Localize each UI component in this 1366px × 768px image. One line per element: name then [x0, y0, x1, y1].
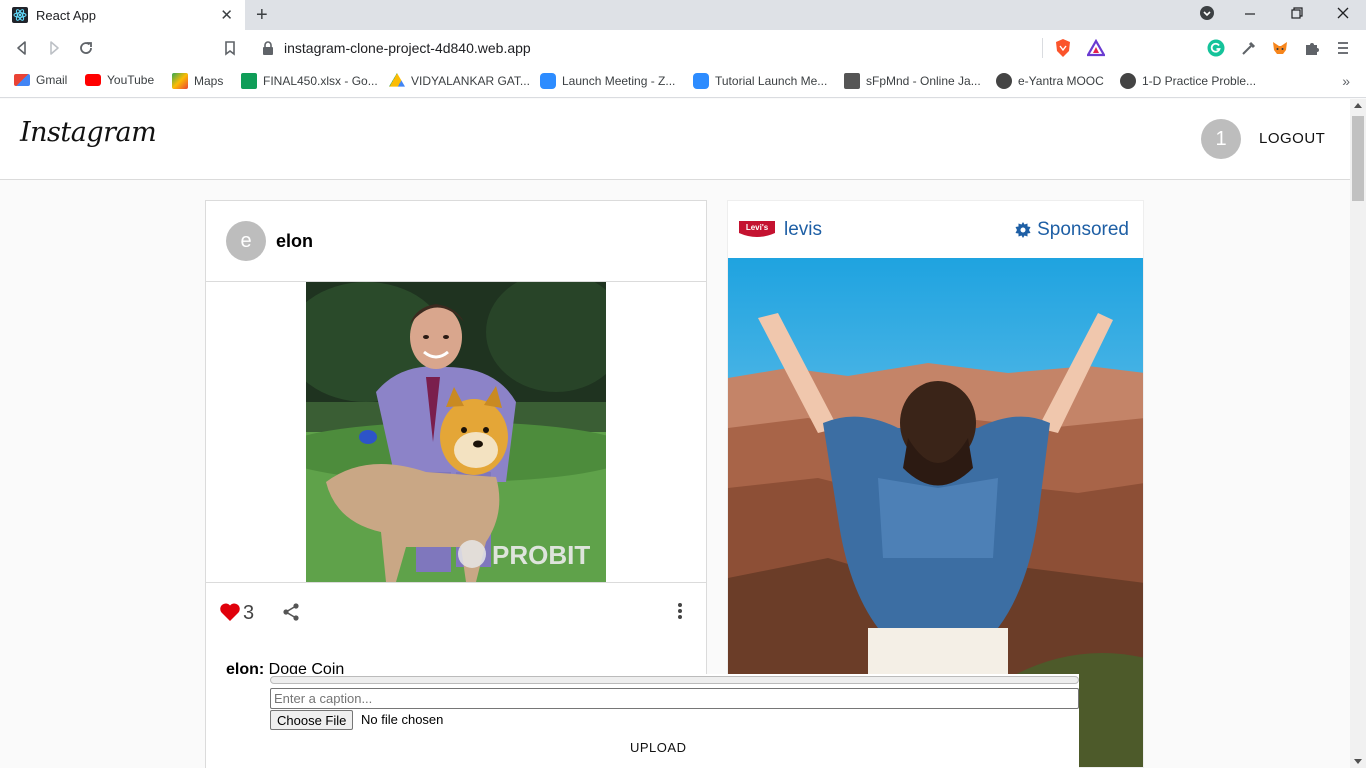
- app-viewport: Instagram 1 LOGOUT e elon PROBIT 3 elon:…: [0, 99, 1350, 768]
- heart-icon[interactable]: [219, 602, 241, 622]
- bookmarks-bar: Gmail YouTube Maps FINAL450.xlsx - Go...…: [0, 66, 1366, 98]
- user-avatar[interactable]: 1: [1201, 119, 1241, 159]
- caption-input[interactable]: [270, 688, 1079, 709]
- brave-shield-icon[interactable]: [1054, 38, 1072, 58]
- forward-icon[interactable]: [45, 39, 63, 57]
- zoom-icon: [693, 73, 709, 89]
- url-text: instagram-clone-project-4d840.web.app: [284, 40, 531, 56]
- share-icon[interactable]: [281, 602, 301, 622]
- ide-icon: [844, 73, 860, 89]
- omnibox-divider: [1042, 38, 1043, 58]
- gear-icon: [1015, 221, 1031, 238]
- instagram-logo[interactable]: Instagram: [20, 117, 157, 148]
- post-actions: 3 elon: Doge Coin: [206, 583, 706, 678]
- restore-icon[interactable]: [1290, 5, 1304, 21]
- bookmark-label: VIDYALANKAR GAT...: [411, 74, 530, 88]
- tab-title: React App: [36, 7, 96, 23]
- browser-tab-strip: React App ✕ +: [0, 0, 1366, 30]
- post-header: e elon: [206, 201, 706, 282]
- extensions-icon[interactable]: [1303, 39, 1321, 57]
- bookmark-label: e-Yantra MOOC: [1018, 74, 1104, 88]
- react-icon: [12, 7, 28, 23]
- youtube-icon: [85, 74, 101, 86]
- tab-close-icon[interactable]: ✕: [220, 6, 233, 24]
- scroll-up-icon[interactable]: [1354, 103, 1362, 108]
- sponsored-label: Sponsored: [1037, 218, 1129, 240]
- bookmark-youtube[interactable]: YouTube: [85, 73, 154, 87]
- lock-icon: [263, 41, 273, 55]
- gmail-icon: [14, 74, 30, 86]
- svg-text:PROBIT: PROBIT: [492, 540, 590, 570]
- bookmark-label: sFpMnd - Online Ja...: [866, 74, 981, 88]
- maps-icon: [172, 73, 188, 89]
- post-avatar[interactable]: e: [226, 221, 266, 261]
- back-icon[interactable]: [13, 39, 31, 57]
- bookmark-vidyalankar[interactable]: VIDYALANKAR GAT...: [389, 73, 530, 89]
- bookmark-maps[interactable]: Maps: [172, 73, 223, 89]
- sponsored-badge: Sponsored: [1015, 219, 1129, 241]
- probit-watermark: PROBIT: [458, 540, 590, 570]
- bookmark-gmail[interactable]: Gmail: [14, 73, 67, 87]
- ad-brand-name[interactable]: levis: [784, 219, 822, 241]
- bookmark-icon[interactable]: [221, 39, 239, 57]
- address-bar[interactable]: instagram-clone-project-4d840.web.app: [250, 33, 1115, 63]
- zoom-icon: [540, 73, 556, 89]
- menu-dots-icon[interactable]: [1336, 39, 1350, 57]
- bookmark-label: Tutorial Launch Me...: [715, 74, 828, 88]
- image-upload-panel: Choose File No file chosen UPLOAD: [270, 674, 1079, 768]
- bookmark-final450[interactable]: FINAL450.xlsx - Go...: [241, 73, 378, 89]
- bookmark-eyantra[interactable]: e-Yantra MOOC: [996, 73, 1104, 89]
- eyedropper-icon[interactable]: [1240, 39, 1258, 57]
- ad-header: Levi's levis Sponsored: [728, 201, 1143, 258]
- caption-username[interactable]: elon:: [226, 661, 264, 678]
- bookmark-label: Gmail: [36, 73, 68, 87]
- like-count: 3: [243, 602, 255, 624]
- page-scrollbar[interactable]: [1350, 99, 1366, 768]
- metamask-icon[interactable]: [1271, 39, 1289, 57]
- post-username[interactable]: elon: [276, 231, 313, 252]
- globe-icon: [1120, 73, 1136, 89]
- upload-progress-bar: [270, 676, 1079, 684]
- more-bookmarks-icon[interactable]: »: [1342, 73, 1350, 89]
- bookmark-label: YouTube: [107, 73, 155, 87]
- bookmark-launch-meeting[interactable]: Launch Meeting - Z...: [540, 73, 675, 89]
- reload-icon[interactable]: [77, 39, 95, 57]
- bookmark-label: 1-D Practice Proble...: [1142, 74, 1257, 88]
- post-image-container: PROBIT: [206, 282, 706, 583]
- minimize-icon[interactable]: [1244, 5, 1256, 21]
- file-status-text: No file chosen: [361, 712, 444, 727]
- globe-icon: [996, 73, 1012, 89]
- new-tab-button[interactable]: +: [256, 4, 268, 27]
- post-image-art: PROBIT: [306, 282, 606, 582]
- browser-tab[interactable]: React App ✕: [0, 0, 245, 30]
- bookmark-1d-practice[interactable]: 1-D Practice Proble...: [1120, 73, 1256, 89]
- app-header: Instagram 1 LOGOUT: [0, 99, 1350, 180]
- levis-logo-icon[interactable]: Levi's: [738, 219, 776, 241]
- bookmark-sfpmnd[interactable]: sFpMnd - Online Ja...: [844, 73, 981, 89]
- svg-text:Levi's: Levi's: [746, 223, 769, 232]
- upload-button[interactable]: UPLOAD: [630, 740, 686, 755]
- tab-search-icon[interactable]: [1199, 5, 1215, 21]
- scroll-down-icon[interactable]: [1354, 759, 1362, 764]
- drive-icon: [389, 73, 405, 87]
- sheets-icon: [241, 73, 257, 89]
- scrollbar-thumb[interactable]: [1352, 116, 1364, 201]
- bookmark-label: FINAL450.xlsx - Go...: [263, 74, 378, 88]
- browser-toolbar: instagram-clone-project-4d840.web.app: [0, 30, 1366, 66]
- close-window-icon[interactable]: [1336, 5, 1350, 21]
- choose-file-button[interactable]: Choose File: [270, 710, 354, 730]
- bookmark-tutorial-launch[interactable]: Tutorial Launch Me...: [693, 73, 827, 89]
- bookmark-label: Launch Meeting - Z...: [562, 74, 676, 88]
- more-options-icon[interactable]: [677, 602, 683, 620]
- logout-button[interactable]: LOGOUT: [1259, 130, 1325, 147]
- brave-rewards-icon[interactable]: [1087, 39, 1105, 57]
- grammarly-icon[interactable]: [1207, 39, 1225, 57]
- bookmark-label: Maps: [194, 74, 224, 88]
- post-image[interactable]: PROBIT: [306, 282, 606, 582]
